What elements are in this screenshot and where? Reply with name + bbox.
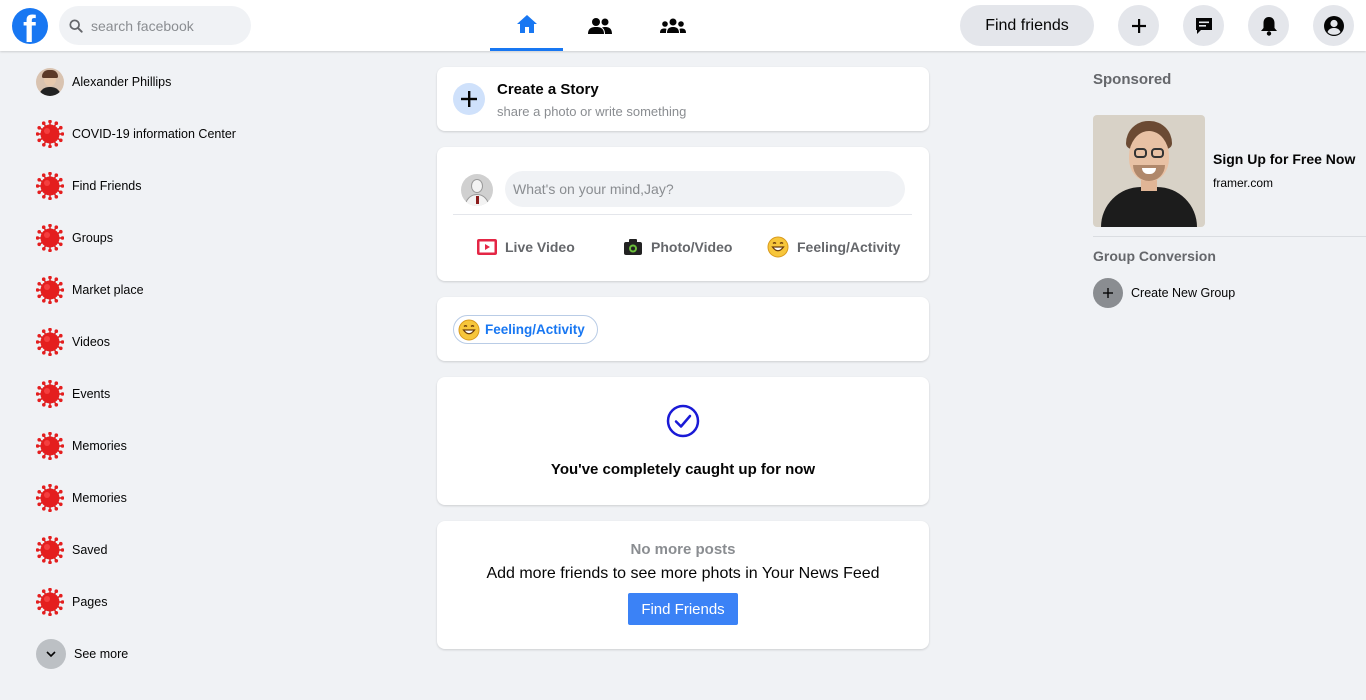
sidebar-item-label: Groups bbox=[72, 231, 113, 245]
tab-home[interactable] bbox=[490, 0, 563, 51]
groups-icon bbox=[659, 18, 686, 33]
feeling-activity-card: Feeling/Activity bbox=[437, 297, 929, 361]
sidebar-item[interactable]: Videos bbox=[35, 324, 296, 360]
sidebar-item[interactable]: Memories bbox=[35, 480, 296, 516]
avatar bbox=[461, 174, 493, 206]
post-input[interactable] bbox=[505, 171, 905, 207]
create-story-card[interactable]: Create a Story share a photo or write so… bbox=[437, 67, 929, 131]
feeling-activity-label: Feeling/Activity bbox=[797, 239, 901, 255]
friends-icon bbox=[587, 17, 612, 34]
sidebar-item-profile[interactable]: Alexander Phillips bbox=[36, 64, 296, 100]
virus-icon bbox=[35, 535, 65, 565]
sidebar-item-label: Events bbox=[72, 387, 111, 401]
sponsored-heading: Sponsored bbox=[1093, 71, 1172, 88]
virus-icon bbox=[35, 327, 65, 357]
find-friends-cta-button[interactable]: Find Friends bbox=[628, 593, 738, 625]
sidebar-item-label: Memories bbox=[72, 491, 127, 505]
account-button[interactable] bbox=[1313, 5, 1354, 46]
sidebar-item-label: Memories bbox=[72, 439, 127, 453]
virus-icon bbox=[35, 379, 65, 409]
search-input[interactable] bbox=[91, 17, 241, 34]
plus-icon bbox=[1131, 18, 1146, 33]
avatar bbox=[36, 68, 64, 96]
sidebar-item-label: Find Friends bbox=[72, 179, 142, 193]
camera-icon bbox=[624, 239, 642, 255]
sidebar-item[interactable]: Market place bbox=[35, 272, 296, 308]
sidebar-item[interactable]: Memories bbox=[35, 428, 296, 464]
virus-icon bbox=[35, 223, 65, 253]
sidebar-item-label: Videos bbox=[72, 335, 110, 349]
sidebar-item[interactable]: Find Friends bbox=[35, 168, 296, 204]
group-conversion-heading: Group Conversion bbox=[1093, 248, 1216, 264]
facebook-logo[interactable]: f bbox=[12, 8, 48, 44]
smiley-icon bbox=[767, 236, 789, 258]
bell-icon bbox=[1260, 16, 1277, 36]
virus-icon bbox=[35, 483, 65, 513]
live-video-button[interactable]: Live Video bbox=[477, 233, 575, 261]
feeling-activity-button[interactable]: Feeling/Activity bbox=[767, 233, 900, 261]
sidebar-item[interactable]: Saved bbox=[35, 532, 296, 568]
photo-video-label: Photo/Video bbox=[651, 239, 733, 255]
smiley-icon bbox=[458, 319, 480, 340]
chevron-down-icon bbox=[36, 639, 66, 669]
tab-groups[interactable] bbox=[636, 0, 709, 51]
sidebar-item[interactable]: Groups bbox=[35, 220, 296, 256]
story-subtitle: share a photo or write something bbox=[497, 104, 687, 119]
sidebar-item-label: Saved bbox=[72, 543, 108, 557]
divider bbox=[1093, 236, 1366, 237]
notifications-button[interactable] bbox=[1248, 5, 1289, 46]
search-icon bbox=[69, 18, 83, 33]
live-video-label: Live Video bbox=[505, 239, 575, 255]
create-new-group-button[interactable]: Create New Group bbox=[1093, 278, 1235, 308]
sidebar-item-label: Pages bbox=[72, 595, 108, 609]
find-friends-button[interactable]: Find friends bbox=[960, 5, 1094, 46]
virus-icon bbox=[35, 171, 65, 201]
virus-icon bbox=[35, 431, 65, 461]
feeling-activity-pill[interactable]: Feeling/Activity bbox=[453, 315, 598, 344]
tab-friends[interactable] bbox=[563, 0, 636, 51]
virus-icon bbox=[35, 119, 65, 149]
plus-icon bbox=[1093, 278, 1123, 308]
virus-icon bbox=[35, 587, 65, 617]
logo-letter: f bbox=[23, 9, 36, 44]
photo-video-button[interactable]: Photo/Video bbox=[623, 233, 732, 261]
sidebar-item[interactable]: Pages bbox=[35, 584, 296, 620]
sidebar-item-label: See more bbox=[74, 647, 129, 661]
plus-icon bbox=[453, 83, 485, 115]
caught-up-message: You've completely caught up for now bbox=[550, 461, 816, 478]
search-box[interactable] bbox=[59, 6, 251, 45]
caught-up-card: You've completely caught up for now bbox=[437, 377, 929, 505]
ad-domain: framer.com bbox=[1213, 176, 1274, 190]
messenger-button[interactable] bbox=[1183, 5, 1224, 46]
live-video-icon bbox=[477, 239, 497, 255]
sidebar-item-label: Market place bbox=[72, 283, 144, 297]
sidebar-item[interactable]: Events bbox=[35, 376, 296, 412]
check-circle-icon bbox=[666, 404, 700, 438]
no-more-posts-card: No more posts Add more friends to see mo… bbox=[437, 521, 929, 649]
sidebar-item-see-more[interactable]: See more bbox=[36, 636, 296, 672]
virus-icon bbox=[35, 275, 65, 305]
create-group-label: Create New Group bbox=[1131, 286, 1236, 300]
sidebar-item-label: COVID-19 information Center bbox=[72, 127, 236, 141]
sidebar-item[interactable]: COVID-19 information Center bbox=[35, 116, 296, 152]
feeling-pill-label: Feeling/Activity bbox=[485, 322, 585, 337]
post-composer-card: Live Video Photo/Video Feeling/Activity bbox=[437, 147, 929, 281]
create-button[interactable] bbox=[1118, 5, 1159, 46]
home-icon bbox=[516, 15, 537, 33]
messenger-icon bbox=[1195, 17, 1212, 34]
sidebar-item-label: Alexander Phillips bbox=[72, 75, 172, 89]
divider bbox=[453, 214, 912, 215]
ad-headline[interactable]: Sign Up for Free Now bbox=[1213, 151, 1355, 167]
story-title: Create a Story bbox=[497, 81, 599, 98]
no-posts-title: No more posts bbox=[630, 541, 736, 558]
account-icon bbox=[1323, 15, 1344, 36]
no-posts-subtitle: Add more friends to see more phots in Yo… bbox=[486, 565, 880, 582]
ad-image[interactable] bbox=[1093, 115, 1205, 227]
top-navigation-bar: f Find friends bbox=[0, 0, 1366, 51]
